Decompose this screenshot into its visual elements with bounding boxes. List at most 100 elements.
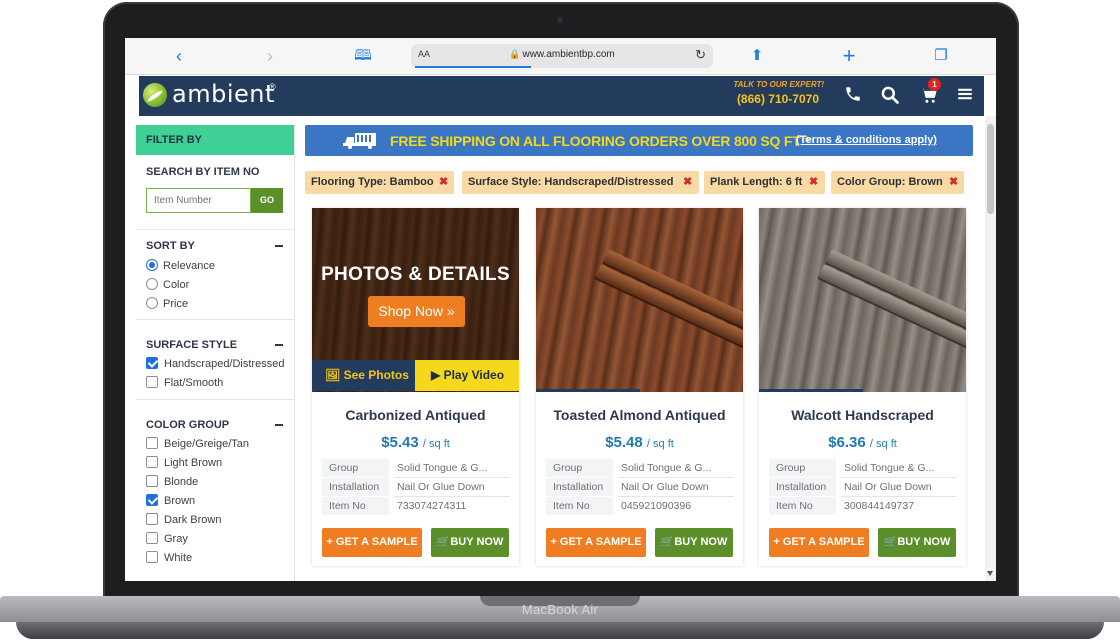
checkbox-icon[interactable] [146, 532, 158, 545]
price-value: $6.36 [828, 434, 866, 451]
page-scrollbar[interactable] [985, 116, 996, 581]
item-number-input[interactable] [146, 188, 251, 213]
site-header: ambient ® TALK TO OUR EXPERT! (866) 710-… [139, 76, 984, 116]
color-option[interactable]: Gray [146, 532, 188, 546]
get-sample-button[interactable]: + GET A SAMPLE [546, 528, 646, 557]
buy-now-button[interactable]: 🛒BUY NOW [655, 528, 733, 557]
product-price: $5.43 / sq ft [312, 434, 519, 451]
buy-now-label: BUY NOW [674, 536, 728, 548]
color-option[interactable]: Light Brown [146, 456, 222, 470]
phone-icon[interactable] [842, 85, 864, 107]
cart-icon: 🛒 [660, 536, 675, 548]
color-option[interactable]: Blonde [146, 475, 198, 489]
collapse-color-icon[interactable] [275, 424, 283, 426]
filter-chip[interactable]: Flooring Type: Bamboo ✖ [305, 171, 454, 194]
bookmarks-icon[interactable]: 🕮 [353, 46, 373, 66]
surface-section-title: SURFACE STYLE [146, 339, 238, 351]
collapse-surface-icon[interactable] [275, 344, 283, 346]
checkbox-icon[interactable] [146, 357, 158, 370]
see-photos-label: See Photos [343, 368, 409, 382]
spec-row: Item No 733074274311 [322, 497, 510, 515]
tabs-icon[interactable]: ❐ [931, 46, 951, 66]
product-card[interactable]: PHOTOS & DETAILS Shop Now » 🖼 See Photos… [312, 208, 519, 566]
remove-chip-icon[interactable]: ✖ [439, 171, 448, 194]
radio-icon[interactable] [146, 259, 158, 272]
phone-number[interactable]: (866) 710-7070 [724, 92, 819, 106]
color-option[interactable]: White [146, 551, 192, 565]
checkbox-icon[interactable] [146, 376, 158, 389]
device-label: MacBook Air [521, 602, 599, 617]
shop-now-button[interactable]: Shop Now » [368, 296, 465, 327]
spec-row: Group Solid Tongue & G... [322, 459, 510, 477]
buy-now-button[interactable]: 🛒BUY NOW [431, 528, 509, 557]
filter-chip[interactable]: Surface Style: Handscraped/Distressed ✖ [462, 171, 699, 194]
color-option-label: Blonde [164, 476, 199, 488]
color-option[interactable]: Brown [146, 494, 195, 508]
remove-chip-icon[interactable]: ✖ [949, 171, 958, 194]
color-option[interactable]: Dark Brown [146, 513, 221, 527]
address-bar[interactable]: AA 🔒 www.ambientbp.com ↻ [411, 44, 713, 68]
radio-icon[interactable] [146, 278, 158, 291]
remove-chip-icon[interactable]: ✖ [683, 171, 692, 194]
divider [136, 319, 294, 320]
product-card[interactable]: Toasted Almond Antiqued $5.48 / sq ft Gr… [536, 208, 743, 566]
divider [136, 229, 294, 230]
sort-option-color[interactable]: Color [146, 278, 189, 292]
color-option[interactable]: Beige/Greige/Tan [146, 437, 249, 451]
scroll-thumb[interactable] [987, 124, 994, 214]
surface-option-handscraped[interactable]: Handscraped/Distressed [146, 357, 284, 371]
back-icon[interactable]: ‹ [169, 46, 189, 66]
sort-option-label: Relevance [163, 260, 215, 272]
free-shipping-banner[interactable]: FREE SHIPPING ON ALL FLOORING ORDERS OVE… [305, 125, 973, 156]
go-button[interactable]: GO [251, 188, 283, 213]
promo-title: PHOTOS & DETAILS [321, 264, 510, 285]
search-icon[interactable] [879, 85, 901, 107]
spec-key: Group [546, 459, 613, 477]
terms-link[interactable]: (Terms & conditions apply) [796, 134, 937, 146]
product-name[interactable]: Toasted Almond Antiqued [536, 407, 743, 423]
surface-option-label: Handscraped/Distressed [164, 358, 285, 370]
product-image[interactable] [759, 208, 966, 392]
price-unit: / sq ft [422, 438, 450, 450]
spec-value: 733074274311 [397, 500, 467, 512]
new-tab-icon[interactable]: + [839, 45, 859, 67]
price-unit: / sq ft [646, 438, 674, 450]
see-photos-button[interactable]: 🖼 See Photos [312, 360, 415, 391]
product-image[interactable]: PHOTOS & DETAILS Shop Now » 🖼 See Photos… [312, 208, 519, 392]
logo-leaf-icon[interactable] [143, 83, 167, 107]
filter-chip[interactable]: Plank Length: 6 ft ✖ [704, 171, 825, 194]
product-name[interactable]: Walcott Handscraped [759, 407, 966, 423]
get-sample-button[interactable]: + GET A SAMPLE [769, 528, 869, 557]
scroll-down-arrow-icon[interactable] [987, 571, 993, 576]
spec-key: Group [769, 459, 836, 477]
cart-icon: 🛒 [436, 536, 451, 548]
product-image[interactable] [536, 208, 743, 392]
chip-label: Surface Style: Handscraped/Distressed [468, 176, 674, 188]
forward-icon[interactable]: › [260, 46, 280, 66]
buy-now-button[interactable]: 🛒BUY NOW [878, 528, 956, 557]
hamburger-menu-icon[interactable] [954, 85, 976, 107]
checkbox-icon[interactable] [146, 456, 158, 469]
get-sample-button[interactable]: + GET A SAMPLE [322, 528, 422, 557]
spec-row: Group Solid Tongue & G... [546, 459, 734, 477]
play-video-button[interactable]: ▶ Play Video [415, 360, 519, 391]
checkbox-icon[interactable] [146, 475, 158, 488]
checkbox-icon[interactable] [146, 437, 158, 450]
price-value: $5.43 [381, 434, 419, 451]
sort-option-price[interactable]: Price [146, 297, 188, 311]
collapse-sort-icon[interactable] [275, 245, 283, 247]
surface-option-flat[interactable]: Flat/Smooth [146, 376, 223, 390]
logo-text[interactable]: ambient [172, 80, 275, 108]
checkbox-icon[interactable] [146, 494, 158, 507]
product-card[interactable]: Walcott Handscraped $6.36 / sq ft Group S… [759, 208, 966, 566]
filter-chip[interactable]: Color Group: Brown ✖ [831, 171, 964, 194]
product-name[interactable]: Carbonized Antiqued [312, 407, 519, 423]
checkbox-icon[interactable] [146, 551, 158, 564]
share-icon[interactable]: ⬆ [747, 46, 767, 66]
spec-row: Installation Nail Or Glue Down [546, 478, 734, 496]
checkbox-icon[interactable] [146, 513, 158, 526]
reload-icon[interactable]: ↻ [695, 47, 706, 63]
remove-chip-icon[interactable]: ✖ [809, 171, 818, 194]
sort-option-relevance[interactable]: Relevance [146, 259, 215, 273]
radio-icon[interactable] [146, 297, 158, 310]
